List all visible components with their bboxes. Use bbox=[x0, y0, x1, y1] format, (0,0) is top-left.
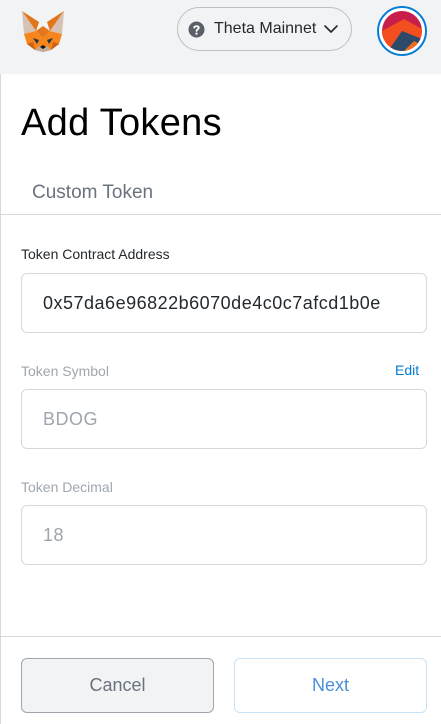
network-label: Theta Mainnet bbox=[214, 20, 317, 37]
panel-border bbox=[0, 74, 1, 724]
network-selector[interactable]: Theta Mainnet bbox=[177, 7, 352, 51]
app-header: Theta Mainnet bbox=[0, 0, 441, 74]
contract-address-input[interactable]: 0x57da6e96822b6070de4c0c7afcd1b0e bbox=[21, 273, 427, 333]
token-decimal-input[interactable]: 18 bbox=[21, 505, 427, 565]
token-symbol-input[interactable]: BDOG bbox=[21, 389, 427, 449]
footer-divider bbox=[0, 636, 441, 637]
tabs-divider bbox=[0, 214, 441, 215]
account-identicon bbox=[382, 11, 422, 51]
page-title: Add Tokens bbox=[21, 102, 222, 144]
token-decimal-value: 18 bbox=[43, 524, 65, 545]
account-avatar[interactable] bbox=[377, 6, 427, 56]
cancel-button[interactable]: Cancel bbox=[21, 658, 214, 713]
chevron-down-icon bbox=[323, 22, 339, 36]
question-circle-icon bbox=[188, 21, 205, 38]
edit-symbol-link[interactable]: Edit bbox=[395, 361, 419, 379]
contract-address-label: Token Contract Address bbox=[21, 246, 170, 262]
token-symbol-label: Token Symbol bbox=[21, 363, 109, 379]
tab-custom-token[interactable]: Custom Token bbox=[32, 180, 153, 206]
next-button[interactable]: Next bbox=[234, 658, 427, 713]
token-symbol-value: BDOG bbox=[43, 408, 99, 429]
metamask-fox-icon[interactable] bbox=[19, 8, 67, 54]
token-decimal-label: Token Decimal bbox=[21, 479, 113, 495]
contract-address-value: 0x57da6e96822b6070de4c0c7afcd1b0e bbox=[43, 292, 381, 313]
